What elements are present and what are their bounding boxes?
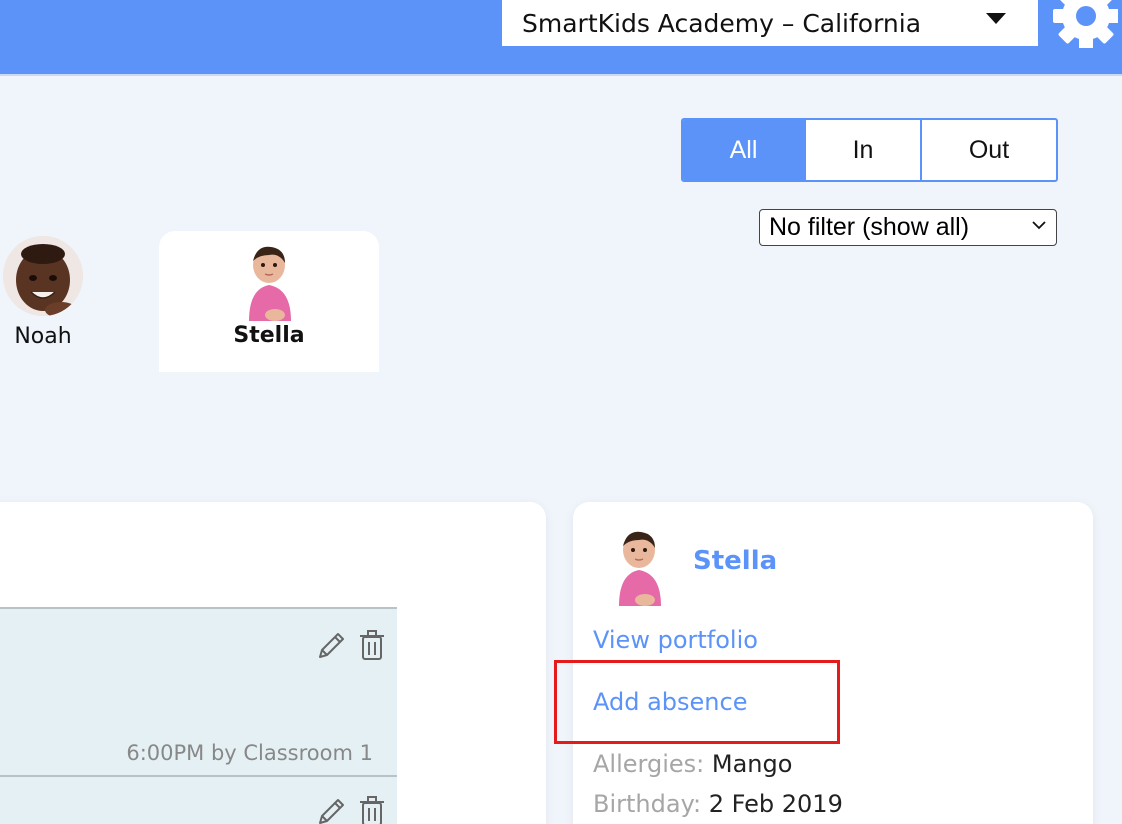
top-bar: SmartKids Academy – California [0,0,1122,76]
child-name-noah: Noah [14,324,72,349]
child-avatar-stella [249,246,291,321]
entry-timestamp: 6:00PM by Classroom 1 [126,741,373,765]
trash-icon[interactable] [358,795,386,824]
view-portfolio-link[interactable]: View portfolio [593,626,758,654]
segment-in[interactable]: In [806,120,922,180]
school-selector[interactable]: SmartKids Academy – California [502,0,1038,46]
pencil-icon[interactable] [316,629,348,661]
profile-avatar-stella [619,531,661,606]
filter-dropdown-value: No filter (show all) [769,213,970,241]
activity-entry: 6:00PM by Classroom 1 [0,607,397,777]
birthday-row: Birthday: 2 Feb 2019 [593,790,843,818]
chevron-down-icon [1032,221,1046,230]
child-name-stella: Stella [233,323,305,348]
add-absence-link[interactable]: Add absence [593,688,747,716]
segment-out[interactable]: Out [922,120,1056,180]
allergies-row: Allergies: Mango [593,750,792,778]
allergies-label: Allergies: [593,750,705,778]
pencil-icon[interactable] [316,795,348,824]
birthday-value: 2 Feb 2019 [708,790,843,818]
filter-dropdown[interactable]: No filter (show all) [759,209,1057,246]
trash-icon[interactable] [358,629,386,661]
child-profile-card: Stella View portfolio Add absence Allerg… [554,502,1093,824]
profile-name[interactable]: Stella [693,546,777,576]
caret-down-icon [986,13,1006,24]
activity-entry [0,775,397,824]
allergies-value: Mango [711,750,793,778]
child-chip-stella-selected[interactable]: Stella [159,231,379,372]
gear-icon[interactable] [1052,0,1118,48]
school-selector-label: SmartKids Academy – California [522,8,922,38]
child-avatar-noah [3,236,83,316]
birthday-label: Birthday: [593,790,702,818]
segment-all[interactable]: All [683,120,806,180]
child-chip-noah[interactable]: Noah [0,236,86,349]
presence-segmented-control: All In Out [681,118,1058,182]
